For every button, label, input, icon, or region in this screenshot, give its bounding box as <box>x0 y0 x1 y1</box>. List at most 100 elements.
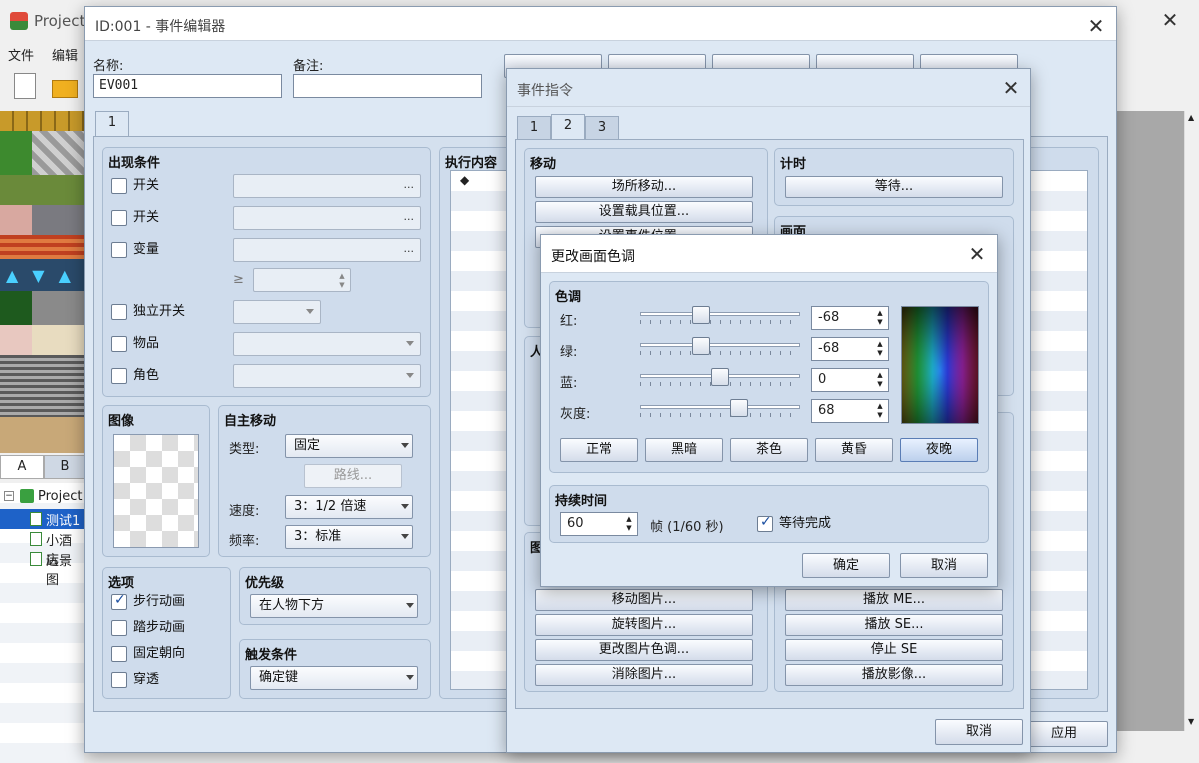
tile[interactable] <box>0 235 84 259</box>
tint-dialog-close-button[interactable]: ✕ <box>965 244 989 268</box>
event-editor-close-button[interactable]: ✕ <box>1084 16 1108 40</box>
tile[interactable] <box>32 291 84 325</box>
item-combo[interactable] <box>233 332 421 356</box>
vertical-scrollbar[interactable]: ▲ ▼ <box>1184 111 1199 731</box>
event-commands-close-button[interactable]: ✕ <box>999 78 1023 102</box>
tile[interactable] <box>0 291 32 325</box>
blue-slider[interactable] <box>640 368 800 390</box>
tile[interactable] <box>32 325 84 355</box>
preset-normal-button[interactable]: 正常 <box>560 438 638 462</box>
play-se-button[interactable]: 播放 SE... <box>785 614 1003 636</box>
tint-cancel-button[interactable]: 取消 <box>900 553 988 578</box>
command-tab-2[interactable]: 2 <box>551 114 585 140</box>
page-tab-1[interactable]: 1 <box>95 111 129 137</box>
red-value-input[interactable]: -68 ▲ ▼ <box>811 306 889 330</box>
wait-completion-checkbox[interactable]: ✓ <box>757 514 773 532</box>
switch2-field[interactable]: ... <box>233 206 421 230</box>
preset-night-button[interactable]: 夜晚 <box>900 438 978 462</box>
set-vehicle-location-button[interactable]: 设置载具位置... <box>535 201 753 223</box>
preset-sepia-button[interactable]: 茶色 <box>730 438 808 462</box>
tile[interactable] <box>0 175 84 205</box>
move-picture-button[interactable]: 移动图片... <box>535 589 753 611</box>
variable-checkbox[interactable] <box>111 242 127 258</box>
new-project-icon[interactable] <box>14 73 36 99</box>
through-checkbox[interactable] <box>111 672 127 688</box>
red-slider[interactable] <box>640 306 800 328</box>
trigger-combo[interactable]: 确定键 <box>250 666 418 690</box>
switch1-field[interactable]: ... <box>233 174 421 198</box>
command-marker[interactable]: ◆ <box>460 173 469 187</box>
map-tree[interactable]: − Project 测试1 小酒店 远景图 <box>0 483 84 763</box>
map-canvas[interactable] <box>1116 111 1184 731</box>
step-anim-checkbox[interactable] <box>111 620 127 636</box>
open-folder-icon[interactable] <box>52 80 78 98</box>
scroll-down-icon[interactable]: ▼ <box>1188 717 1194 726</box>
play-me-button[interactable]: 播放 ME... <box>785 589 1003 611</box>
route-button[interactable]: 路线... <box>304 464 402 488</box>
gray-slider[interactable] <box>640 399 800 421</box>
stop-se-button[interactable]: 停止 SE <box>785 639 1003 661</box>
blue-value-input[interactable]: 0 ▲ ▼ <box>811 368 889 392</box>
self-switch-combo[interactable] <box>233 300 321 324</box>
switch1-checkbox[interactable] <box>111 178 127 194</box>
variable-field[interactable]: ... <box>233 238 421 262</box>
green-value-input[interactable]: -68 ▲ ▼ <box>811 337 889 361</box>
slider-thumb[interactable] <box>730 399 748 417</box>
character-image[interactable] <box>113 434 199 548</box>
note-input[interactable] <box>293 74 482 98</box>
transfer-player-button[interactable]: 场所移动... <box>535 176 753 198</box>
more-icon[interactable]: ... <box>404 175 415 195</box>
main-close-button[interactable]: ✕ <box>1158 10 1182 34</box>
priority-combo[interactable]: 在人物下方 <box>250 594 418 618</box>
actor-combo[interactable] <box>233 364 421 388</box>
palette-tab-a[interactable]: A <box>0 455 44 479</box>
play-movie-button[interactable]: 播放影像... <box>785 664 1003 686</box>
tint-ok-button[interactable]: 确定 <box>802 553 890 578</box>
variable-value-spin[interactable]: ▲ ▼ <box>253 268 351 292</box>
palette-tab-b[interactable]: B <box>44 455 86 479</box>
frequency-combo[interactable]: 3：标准 <box>285 525 413 549</box>
direction-fix-checkbox[interactable] <box>111 646 127 662</box>
tile[interactable] <box>0 131 32 175</box>
spin-arrows-icon[interactable]: ▲ ▼ <box>874 340 886 358</box>
tile-palette[interactable]: ▲▼▲ <box>0 111 84 453</box>
wait-button[interactable]: 等待... <box>785 176 1003 198</box>
tint-picture-button[interactable]: 更改图片色调... <box>535 639 753 661</box>
self-switch-checkbox[interactable] <box>111 304 127 320</box>
preset-sunset-button[interactable]: 黄昏 <box>815 438 893 462</box>
arrow-tiles[interactable]: ▲▼▲ <box>6 266 84 285</box>
apply-button[interactable]: 应用 <box>1020 721 1108 747</box>
tile[interactable] <box>0 325 32 355</box>
tile[interactable] <box>0 111 84 131</box>
more-icon[interactable]: ... <box>404 207 415 227</box>
green-slider[interactable] <box>640 337 800 359</box>
tree-item-project[interactable]: Project <box>38 489 82 504</box>
duration-input[interactable]: 60 ▲ ▼ <box>560 512 638 536</box>
command-tab-3[interactable]: 3 <box>585 116 619 140</box>
tree-item-map[interactable]: 远景图 <box>46 550 84 588</box>
tile[interactable] <box>32 131 84 175</box>
spin-arrows-icon[interactable]: ▲ ▼ <box>623 515 635 533</box>
commands-cancel-button[interactable]: 取消 <box>935 719 1023 745</box>
tile[interactable] <box>0 205 32 235</box>
tree-item-map[interactable]: 测试1 <box>46 510 80 529</box>
more-icon[interactable]: ... <box>404 239 415 259</box>
menu-edit[interactable]: 编辑 <box>52 45 78 64</box>
preset-dark-button[interactable]: 黑暗 <box>645 438 723 462</box>
slider-thumb[interactable] <box>711 368 729 386</box>
slider-thumb[interactable] <box>692 337 710 355</box>
move-type-combo[interactable]: 固定 <box>285 434 413 458</box>
actor-checkbox[interactable] <box>111 368 127 384</box>
scroll-up-icon[interactable]: ▲ <box>1188 113 1194 122</box>
gray-value-input[interactable]: 68 ▲ ▼ <box>811 399 889 423</box>
command-tab-1[interactable]: 1 <box>517 116 551 140</box>
spin-arrows-icon[interactable]: ▲ ▼ <box>874 402 886 420</box>
tile[interactable] <box>0 355 84 417</box>
tile[interactable] <box>0 417 84 453</box>
item-checkbox[interactable] <box>111 336 127 352</box>
erase-picture-button[interactable]: 消除图片... <box>535 664 753 686</box>
menu-file[interactable]: 文件 <box>8 45 34 64</box>
spin-arrows-icon[interactable]: ▲ ▼ <box>874 371 886 389</box>
name-input[interactable]: EV001 <box>93 74 282 98</box>
walk-anim-checkbox[interactable]: ✓ <box>111 592 127 610</box>
